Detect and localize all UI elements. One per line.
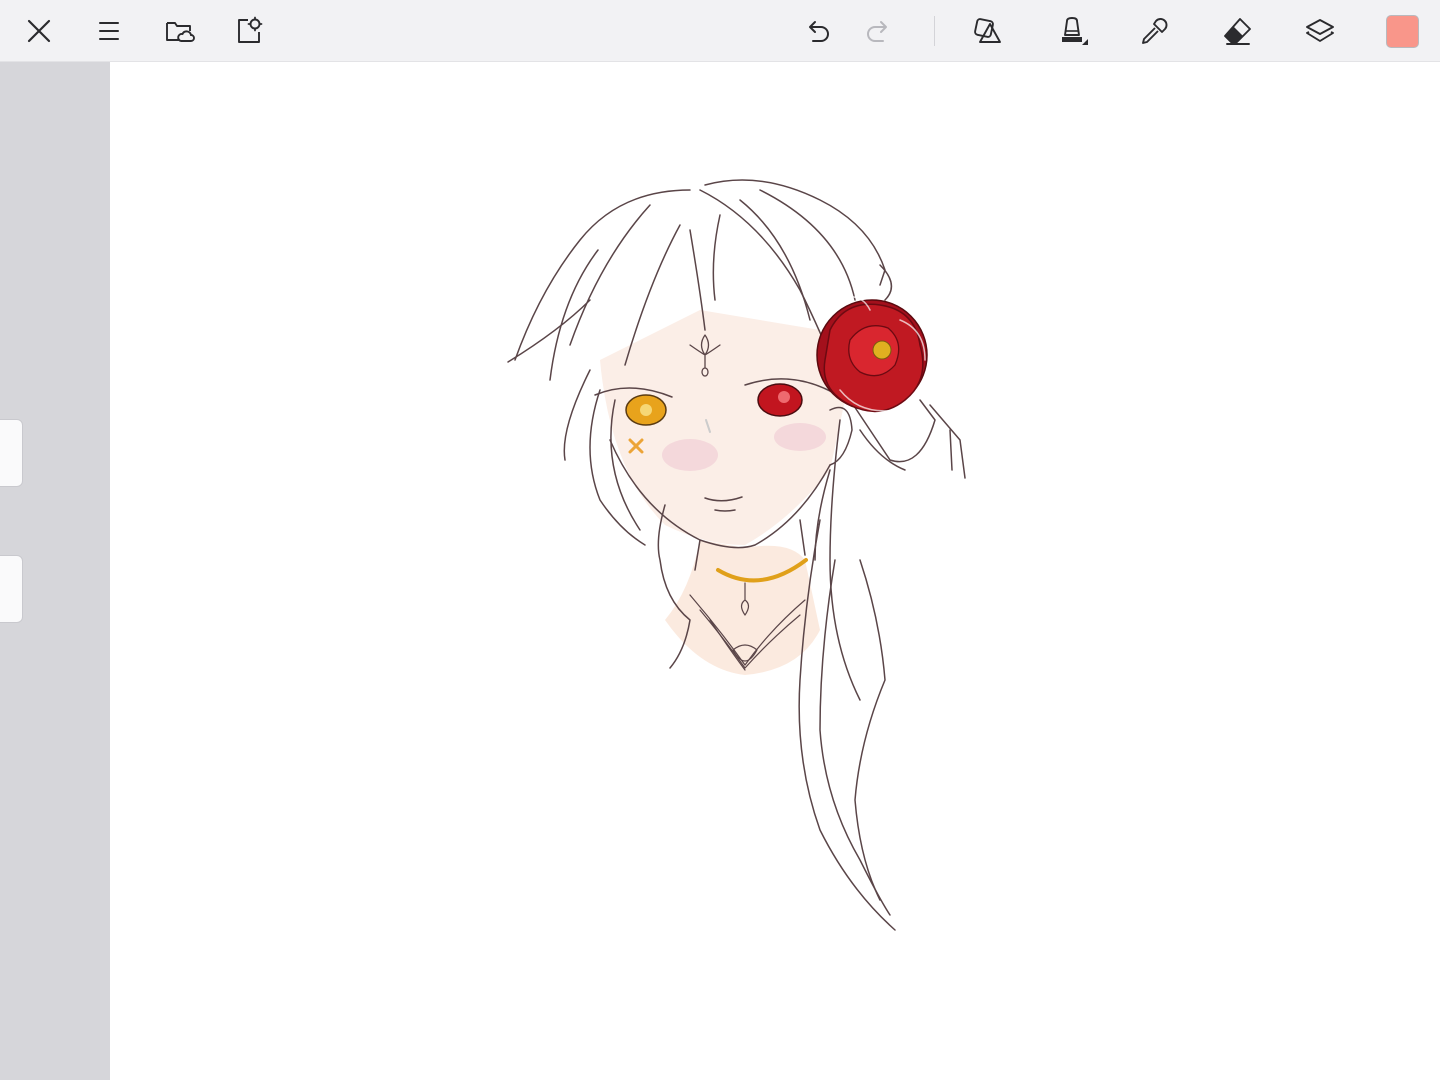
redo-icon — [867, 21, 887, 42]
shapes-button[interactable] — [969, 13, 1005, 49]
undo-button[interactable] — [799, 13, 835, 49]
canvas-settings-button[interactable] — [231, 13, 267, 49]
menu-button[interactable] — [91, 13, 127, 49]
brush-button[interactable] — [1054, 13, 1090, 49]
toolbar-divider — [934, 16, 935, 46]
drawing-canvas[interactable] — [110, 62, 1440, 1080]
color-picker-button[interactable] — [1386, 15, 1419, 48]
folder-cloud-icon — [166, 22, 195, 42]
layers-icon — [1306, 19, 1334, 42]
redo-button[interactable] — [861, 13, 897, 49]
brush-size-slider[interactable] — [0, 419, 23, 487]
eraser-button[interactable] — [1219, 13, 1255, 49]
brush-icon — [1062, 17, 1088, 45]
brush-opacity-slider[interactable] — [0, 555, 23, 623]
gallery-button[interactable] — [161, 13, 197, 49]
eyedropper-icon — [1142, 18, 1168, 44]
layers-button[interactable] — [1302, 13, 1338, 49]
sketch-portrait-icon — [507, 179, 966, 931]
close-icon — [27, 19, 51, 43]
sidebar — [0, 62, 110, 1080]
eyedropper-button[interactable] — [1136, 13, 1172, 49]
eraser-icon — [1224, 18, 1251, 45]
menu-icon — [99, 22, 119, 40]
top-toolbar — [0, 0, 1440, 62]
document-gear-icon — [238, 16, 263, 43]
shapes-icon — [974, 18, 1001, 43]
undo-icon — [809, 21, 829, 42]
close-button[interactable] — [21, 13, 57, 49]
